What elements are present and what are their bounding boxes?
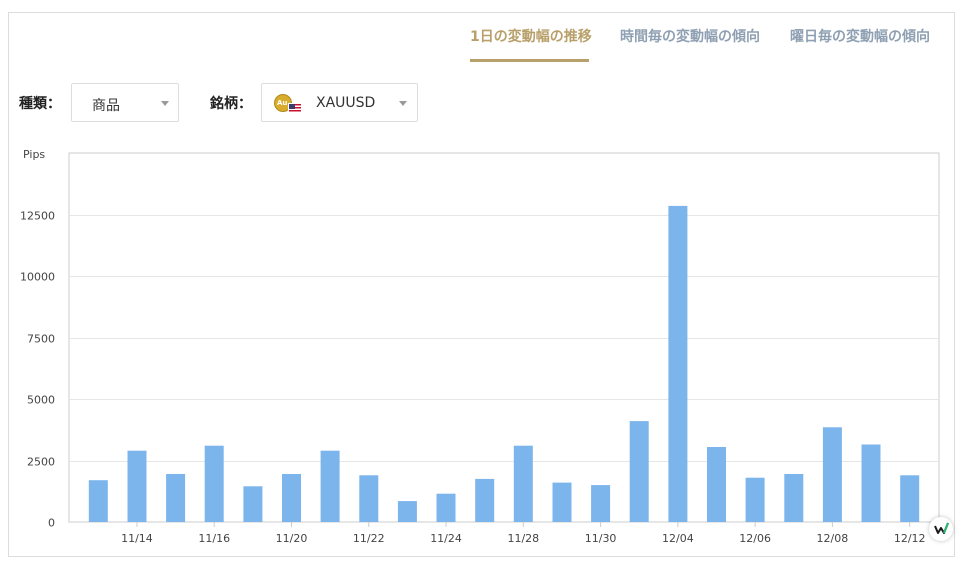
y-tick-label: 5000 bbox=[27, 394, 55, 407]
x-tick-label: 11/28 bbox=[507, 532, 539, 545]
bar bbox=[745, 477, 765, 522]
bar-chart: 0 2500 5000 7500 10000 12500 11/14 11/16 11/20 11… bbox=[20, 152, 940, 545]
x-tick-label: 11/30 bbox=[585, 532, 617, 545]
x-tick-label: 11/22 bbox=[353, 532, 385, 545]
bar bbox=[822, 427, 842, 522]
plot-border bbox=[68, 152, 940, 523]
x-tick-label: 11/24 bbox=[430, 532, 462, 545]
bar bbox=[900, 475, 920, 522]
x-tick-label: 11/14 bbox=[121, 532, 153, 545]
brand-logo-icon[interactable] bbox=[929, 517, 953, 541]
x-tick-label: 12/06 bbox=[739, 532, 771, 545]
x-tick-label: 12/08 bbox=[817, 532, 849, 545]
bar bbox=[359, 475, 379, 522]
bar bbox=[784, 474, 804, 522]
y-tick-label: 2500 bbox=[27, 456, 55, 469]
bar bbox=[243, 486, 263, 522]
y-tick-label: 0 bbox=[48, 517, 55, 530]
y-tick-label: 10000 bbox=[20, 271, 55, 284]
y-tick-label: 7500 bbox=[27, 333, 55, 346]
bar bbox=[127, 450, 147, 522]
y-tick-label: 12500 bbox=[20, 210, 55, 223]
bar bbox=[204, 445, 224, 522]
bar bbox=[552, 482, 572, 522]
bar bbox=[475, 478, 495, 522]
x-tick-label: 11/20 bbox=[276, 532, 308, 545]
x-tick-label: 12/12 bbox=[894, 532, 926, 545]
bar bbox=[668, 205, 688, 522]
bar bbox=[513, 445, 533, 522]
bar bbox=[282, 474, 301, 522]
bar bbox=[436, 493, 456, 522]
bar bbox=[320, 450, 340, 522]
bar bbox=[166, 474, 186, 522]
bar bbox=[629, 421, 649, 522]
bar bbox=[861, 444, 881, 522]
x-tick-label: 12/04 bbox=[662, 532, 694, 545]
bar bbox=[88, 480, 108, 522]
x-tick-label: 11/16 bbox=[198, 532, 230, 545]
bar bbox=[707, 447, 726, 522]
bar bbox=[591, 485, 611, 522]
bar bbox=[397, 501, 417, 522]
